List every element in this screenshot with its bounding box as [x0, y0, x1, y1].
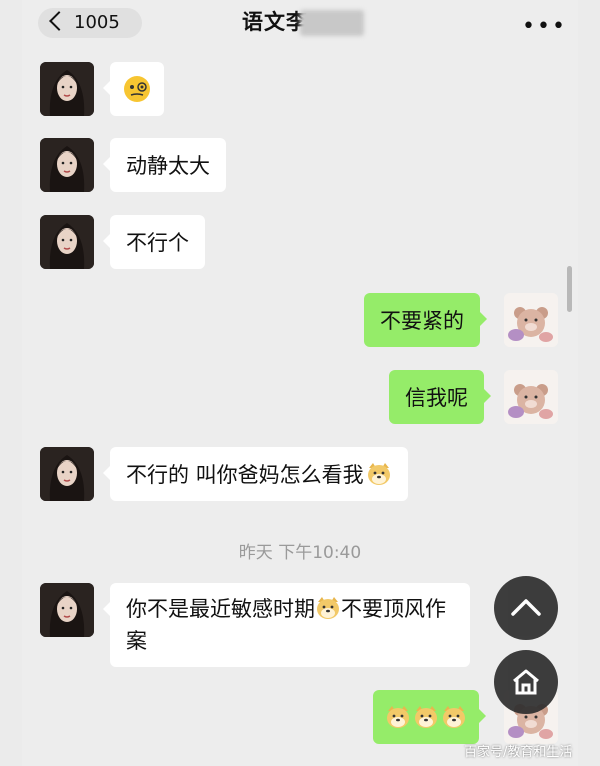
message-bubble[interactable]: 不行个 — [103, 215, 205, 269]
doge-emoji — [367, 463, 390, 485]
home-button[interactable] — [494, 650, 558, 714]
chat-screen: 1005 语文李 ••• 动静太大 不行个 不要紧的 信我呢 不行的 叫你爸妈怎… — [22, 0, 578, 766]
chat-title: 语文李 — [242, 10, 308, 34]
chevron-up-icon — [511, 599, 541, 616]
home-icon — [513, 669, 539, 695]
message-text: 信我呢 — [405, 386, 468, 410]
contact-avatar[interactable] — [40, 138, 94, 192]
message-text-block: 你不是最近敏感时期 不要顶风作案 — [126, 593, 454, 657]
scrollbar[interactable] — [567, 266, 572, 312]
message-bubble[interactable]: 不行的 叫你爸妈怎么看我 — [103, 447, 408, 501]
chevron-left-icon — [49, 11, 69, 31]
watermark: 百家号/教育和生活 — [464, 745, 573, 760]
self-avatar[interactable] — [504, 293, 558, 347]
title-blur-mask — [300, 10, 364, 36]
more-dots-icon[interactable]: ••• — [522, 14, 567, 39]
timestamp: 昨天 下午10:40 — [238, 543, 362, 563]
contact-avatar[interactable] — [40, 447, 94, 501]
scroll-up-button[interactable] — [494, 576, 558, 640]
contact-avatar[interactable] — [40, 62, 94, 116]
message-bubble[interactable]: 不要紧的 — [364, 293, 487, 347]
contact-avatar[interactable] — [40, 583, 94, 637]
back-button[interactable]: 1005 — [38, 8, 142, 38]
self-avatar[interactable] — [504, 370, 558, 424]
message-bubble[interactable] — [373, 690, 486, 744]
doge-emoji — [387, 706, 409, 728]
unread-count: 1005 — [74, 12, 120, 33]
face-with-monocle-emoji — [124, 76, 150, 102]
doge-emoji — [443, 706, 465, 728]
chat-header: 1005 语文李 ••• — [22, 0, 578, 46]
message-bubble[interactable]: 动静太大 — [103, 138, 226, 192]
message-text: 不要紧的 — [380, 309, 464, 333]
message-bubble[interactable]: 信我呢 — [389, 370, 491, 424]
message-bubble[interactable]: 你不是最近敏感时期 不要顶风作案 — [103, 583, 470, 667]
message-text: 你不是最近敏感时期 — [126, 597, 315, 621]
contact-avatar[interactable] — [40, 215, 94, 269]
message-text: 不行的 叫你爸妈怎么看我 — [126, 463, 364, 487]
message-text: 动静太大 — [126, 154, 210, 178]
doge-emoji — [415, 706, 437, 728]
message-text: 不行个 — [126, 231, 189, 255]
message-bubble[interactable] — [103, 62, 164, 116]
doge-emoji — [317, 597, 339, 619]
